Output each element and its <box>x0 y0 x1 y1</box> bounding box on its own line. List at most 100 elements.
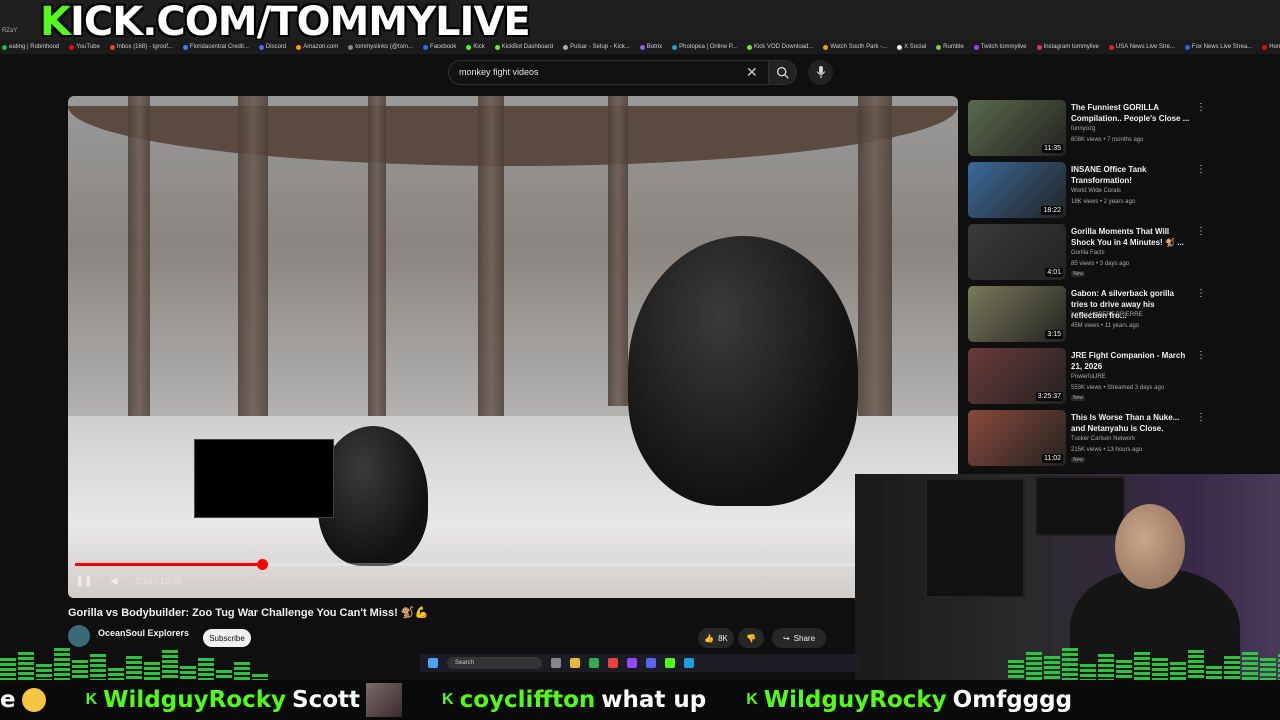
taskbar-search[interactable]: Search <box>447 657 542 669</box>
kick-banner-text: ICK.COM/TOMMYLIVE <box>70 0 531 45</box>
laughing-emoji-icon <box>21 688 46 712</box>
chat-text: e <box>0 687 16 713</box>
more-options-icon[interactable]: ⋮ <box>1196 412 1206 423</box>
bookmark-label: YouTube <box>76 44 100 50</box>
eq-bar <box>1242 652 1258 682</box>
more-options-icon[interactable]: ⋮ <box>1196 288 1206 299</box>
video-tree <box>238 96 268 416</box>
chat-username: coycliffton <box>459 687 596 713</box>
bookmark-favicon-icon <box>296 44 302 50</box>
recommendation-item[interactable]: 11:35 The Funniest GORILLA Compilation..… <box>968 100 1208 158</box>
bookmark-item[interactable]: Inbox (168) - tgroof... <box>109 44 173 50</box>
progress-fill <box>75 563 262 566</box>
recommendation-title[interactable]: This Is Worse Than a Nuke... and Netanya… <box>1071 412 1191 434</box>
bookmark-label: Twitch tommylive <box>980 44 1027 50</box>
eq-bar <box>72 660 88 682</box>
bookmark-item[interactable]: KickBot Dashboard <box>494 44 553 50</box>
bookmark-item[interactable]: Watch South Park -... <box>823 44 887 50</box>
kick-badge-icon: K <box>442 691 454 708</box>
bookmark-item[interactable]: tommyslinks (@tom... <box>348 44 413 50</box>
eq-bar <box>0 658 16 682</box>
folder-icon[interactable] <box>570 658 580 668</box>
video-thumbnail[interactable]: 11:35 <box>968 100 1066 156</box>
bookmark-label: Inbox (168) - tgroof... <box>116 44 173 50</box>
bookmark-item[interactable]: USA News Live Stre... <box>1108 44 1175 50</box>
recommendation-channel: funnyozg <box>1071 126 1096 132</box>
screen: KICK.COM/TOMMYLIVE RZaY eating | Robinho… <box>0 0 1280 720</box>
recommendation-title[interactable]: JRE Fight Companion - March 21, 2026 <box>1071 350 1191 372</box>
task-view-icon[interactable] <box>551 658 561 668</box>
video-thumbnail[interactable]: 3:15 <box>968 286 1066 342</box>
bookmark-label: Rumble <box>943 44 964 50</box>
bookmark-item[interactable]: YouTube <box>69 44 100 50</box>
more-options-icon[interactable]: ⋮ <box>1196 350 1206 361</box>
bookmark-label: Botrix <box>646 44 663 50</box>
bookmark-item[interactable]: Home - Netflix <box>1262 44 1280 50</box>
app-icon[interactable] <box>627 658 637 668</box>
bookmark-item[interactable]: Pulsar - Setup - Kick... <box>563 44 630 50</box>
chat-emote-icon <box>366 683 403 717</box>
more-options-icon[interactable]: ⋮ <box>1196 226 1206 237</box>
bookmark-item[interactable]: Twitch tommylive <box>973 44 1027 50</box>
more-options-icon[interactable]: ⋮ <box>1196 164 1206 175</box>
bookmark-item[interactable]: Photopea | Online P... <box>672 44 737 50</box>
recommendation-item[interactable]: 3:25:37 JRE Fight Companion - March 21, … <box>968 348 1208 406</box>
kick-banner: KICK.COM/TOMMYLIVE <box>40 0 531 45</box>
app-icon[interactable] <box>608 658 618 668</box>
pause-icon[interactable]: ❚❚ <box>75 572 93 590</box>
video-thumbnail[interactable]: 11:02 <box>968 410 1066 466</box>
tab-fragment: RZaY <box>2 28 18 34</box>
chrome-icon[interactable] <box>589 658 599 668</box>
video-thumbnail[interactable]: 3:25:37 <box>968 348 1066 404</box>
eq-bar <box>162 650 178 682</box>
more-options-icon[interactable]: ⋮ <box>1196 102 1206 113</box>
recommendation-title[interactable]: The Funniest GORILLA Compilation.. Peopl… <box>1071 102 1191 124</box>
bookmark-item[interactable]: Floridacentral Credit... <box>182 44 249 50</box>
video-thumbnail[interactable]: 4:01 <box>968 224 1066 280</box>
bookmark-favicon-icon <box>1262 44 1268 50</box>
bookmark-item[interactable]: Botrix <box>639 44 663 50</box>
monitor-top <box>1035 476 1125 536</box>
windows-start-icon[interactable] <box>428 658 438 668</box>
voice-search-button[interactable] <box>808 60 833 85</box>
recommendation-item[interactable]: 18:22 INSANE Office Tank Transformation!… <box>968 162 1208 220</box>
kick-icon[interactable] <box>665 658 675 668</box>
kick-badge-icon: K <box>85 691 98 708</box>
recommendation-item[interactable]: 3:15 Gabon: A silverback gorilla tries t… <box>968 286 1208 344</box>
bookmark-item[interactable]: X Social <box>897 44 926 50</box>
new-badge: New <box>1071 395 1086 401</box>
bookmark-item[interactable]: Fox News Live Strea... <box>1184 44 1252 50</box>
bookmark-item[interactable]: Amazon.com <box>296 44 338 50</box>
volume-icon[interactable]: ◀ <box>105 572 123 590</box>
recommendation-channel: PowerfulJRE <box>1071 374 1106 380</box>
streamer-head <box>1115 504 1185 589</box>
bookmark-item[interactable]: Instagram tommylive <box>1036 44 1099 50</box>
bookmark-item[interactable]: eating | Robinhood <box>2 44 59 50</box>
discord-icon[interactable] <box>646 658 656 668</box>
monitor-left <box>925 478 1025 598</box>
search-button[interactable] <box>769 60 797 85</box>
bookmark-item[interactable]: Discord <box>258 44 286 50</box>
bookmark-item[interactable]: Kick VOD Download... <box>746 44 813 50</box>
recommendation-item[interactable]: 11:02 This Is Worse Than a Nuke... and N… <box>968 410 1208 468</box>
bookmark-favicon-icon <box>494 44 500 50</box>
bookmark-item[interactable]: Kick <box>466 44 485 50</box>
bookmark-item[interactable]: Facebook <box>423 44 456 50</box>
progress-handle[interactable] <box>257 559 268 570</box>
bookmark-item[interactable]: Rumble <box>936 44 964 50</box>
eq-bar <box>90 654 106 682</box>
recommendation-title[interactable]: INSANE Office Tank Transformation! <box>1071 164 1191 186</box>
app-icon[interactable] <box>684 658 694 668</box>
eq-bar <box>1224 656 1240 682</box>
recommendation-title[interactable]: Gorilla Moments That Will Shock You in 4… <box>1071 226 1191 248</box>
chat-text: what up <box>601 687 707 713</box>
bookmarks-bar: eating | Robinhood YouTube Inbox (168) - t… <box>0 40 1280 54</box>
video-player[interactable] <box>68 96 958 598</box>
eq-bar <box>234 662 250 682</box>
recommendation-item[interactable]: 4:01 Gorilla Moments That Will Shock You… <box>968 224 1208 282</box>
search-input[interactable]: monkey fight videos ✕ <box>448 60 769 85</box>
bookmark-label: Floridacentral Credit... <box>189 44 249 50</box>
clear-search-icon[interactable]: ✕ <box>746 64 758 81</box>
video-thumbnail[interactable]: 18:22 <box>968 162 1066 218</box>
chat-username: WildguyRocky <box>103 687 287 713</box>
